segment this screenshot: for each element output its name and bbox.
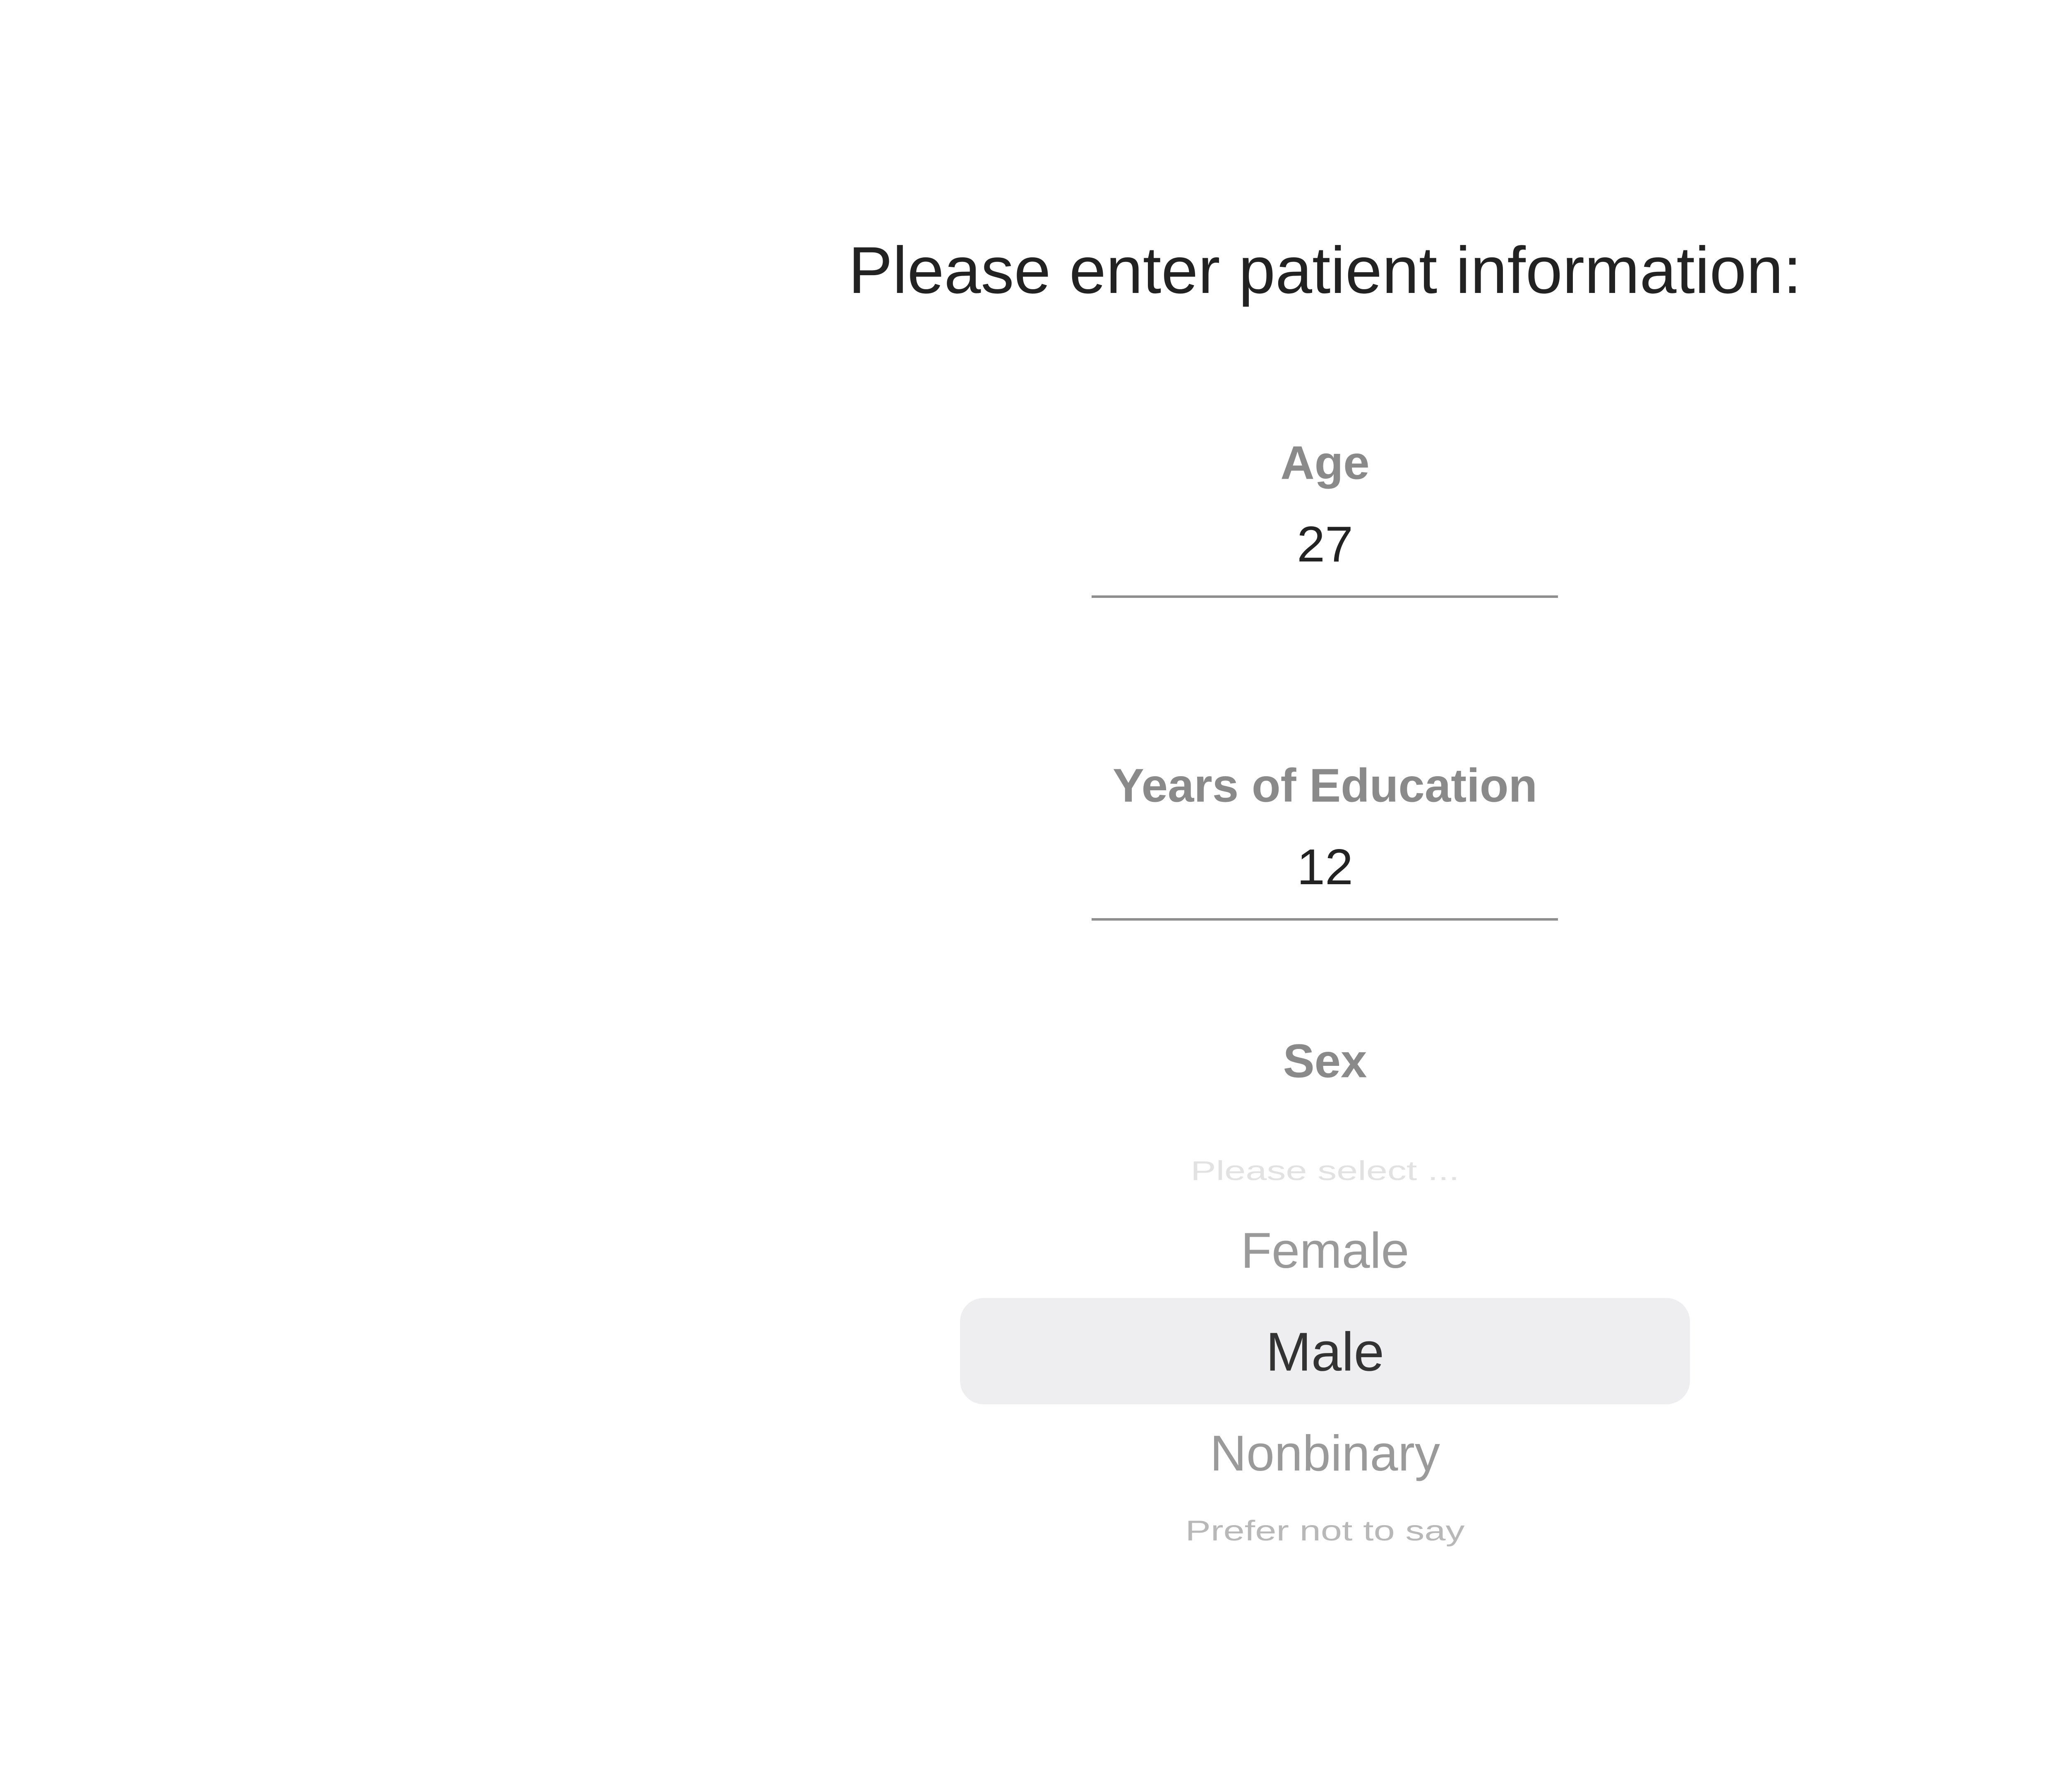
picker-option-prefer-not-to-say[interactable]: Prefer not to say — [1186, 1515, 1465, 1547]
age-input-underline — [1092, 595, 1558, 598]
age-input[interactable]: 27 — [1297, 515, 1353, 573]
sex-label: Sex — [1283, 1035, 1367, 1088]
page-title: Please enter patient information: — [848, 233, 1802, 307]
education-input[interactable]: 12 — [1297, 838, 1353, 896]
picker-option-please-select[interactable]: Please select ... — [1191, 1155, 1459, 1187]
education-input-underline — [1092, 918, 1558, 921]
education-label: Years of Education — [1112, 759, 1538, 812]
picker-option-nonbinary[interactable]: Nonbinary — [1210, 1424, 1440, 1482]
picker-option-female[interactable]: Female — [1241, 1221, 1409, 1279]
age-label: Age — [1280, 437, 1370, 489]
picker-option-male-selected[interactable]: Male — [1266, 1321, 1384, 1383]
